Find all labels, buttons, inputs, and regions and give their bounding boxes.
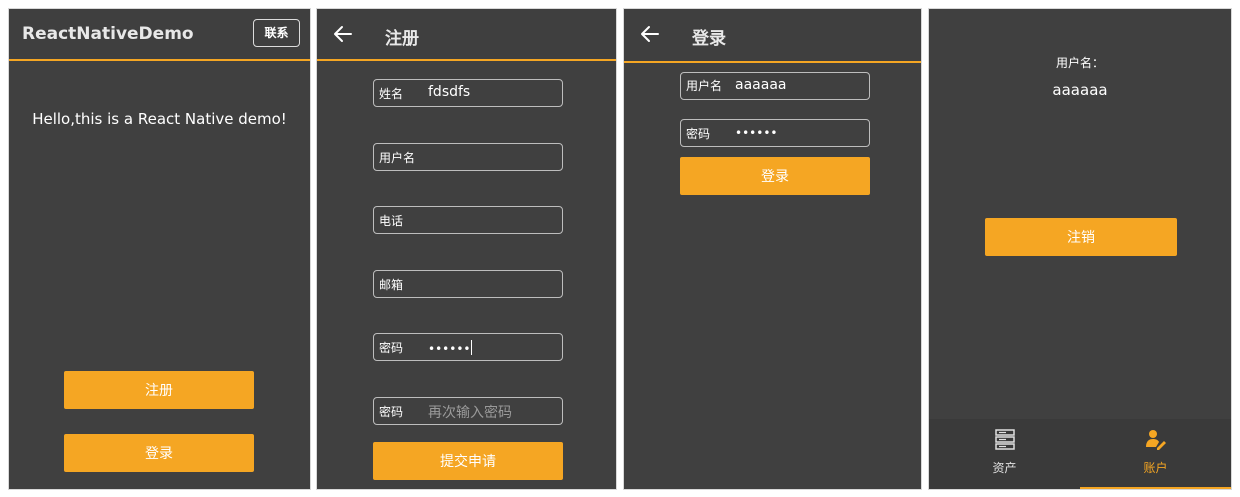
register-header: 注册 [317, 9, 616, 61]
register-title: 注册 [385, 29, 419, 49]
field-value: •••••• [735, 126, 778, 140]
field-value: aaaaaa [735, 77, 787, 93]
app-title: ReactNativeDemo [22, 24, 194, 44]
field-label: 密码 [379, 405, 404, 419]
back-arrow-icon[interactable] [639, 23, 661, 45]
field-label: 邮箱 [379, 278, 404, 292]
login-button[interactable]: 登录 [64, 434, 254, 472]
account-screen: 用户名： aaaaaa 注销 资产 账户 [928, 8, 1232, 490]
username-value: aaaaaa [1052, 81, 1108, 99]
login-password-field[interactable]: 密码 •••••• [680, 119, 870, 147]
field-label: 电话 [379, 214, 404, 228]
register-button[interactable]: 注册 [64, 371, 254, 409]
home-header: ReactNativeDemo 联系 [9, 9, 310, 61]
tab-account[interactable]: 账户 [1080, 419, 1231, 489]
name-field[interactable]: 姓名 fdsdfs [373, 79, 563, 107]
field-label: 密码 [379, 341, 404, 355]
tab-assets[interactable]: 资产 [929, 419, 1080, 489]
email-field[interactable]: 邮箱 [373, 270, 563, 298]
contact-button[interactable]: 联系 [253, 19, 300, 47]
password-field[interactable]: 密码 •••••• [373, 333, 563, 361]
phone-field[interactable]: 电话 [373, 206, 563, 234]
home-screen: ReactNativeDemo 联系 Hello,this is a React… [8, 8, 311, 490]
login-header: 登录 [624, 9, 921, 63]
server-icon [994, 429, 1015, 450]
field-label: 用户名 [686, 79, 723, 93]
bottom-tab-bar: 资产 账户 [929, 419, 1231, 489]
field-value: fdsdfs [428, 84, 471, 100]
user-edit-icon [1145, 430, 1166, 450]
field-label: 姓名 [379, 87, 404, 101]
submit-application-button[interactable]: 提交申请 [373, 442, 563, 480]
confirm-password-field[interactable]: 密码 再次输入密码 [373, 397, 563, 425]
hello-text: Hello,this is a React Native demo! [32, 110, 287, 128]
text-caret [471, 340, 473, 355]
register-screen: 注册 姓名 fdsdfs 用户名 电话 邮箱 密码 •••••• 密码 再次输入… [316, 8, 617, 490]
field-label: 密码 [686, 127, 711, 141]
username-field[interactable]: 用户名 [373, 143, 563, 171]
login-title: 登录 [692, 29, 726, 49]
login-submit-button[interactable]: 登录 [680, 157, 870, 195]
password-value: •••••• [428, 340, 473, 356]
tab-label: 资产 [992, 461, 1017, 475]
active-tab-indicator [1080, 487, 1231, 489]
confirm-password-placeholder: 再次输入密码 [428, 405, 512, 421]
back-arrow-icon[interactable] [332, 23, 354, 45]
logout-button[interactable]: 注销 [985, 218, 1177, 256]
login-screen: 登录 用户名 aaaaaa 密码 •••••• 登录 [623, 8, 922, 490]
login-username-field[interactable]: 用户名 aaaaaa [680, 72, 870, 100]
field-label: 用户名 [379, 151, 416, 165]
username-label: 用户名： [1055, 56, 1104, 70]
tab-label: 账户 [1143, 461, 1168, 475]
screenshot-stage: ReactNativeDemo 联系 Hello,this is a React… [0, 0, 1240, 497]
